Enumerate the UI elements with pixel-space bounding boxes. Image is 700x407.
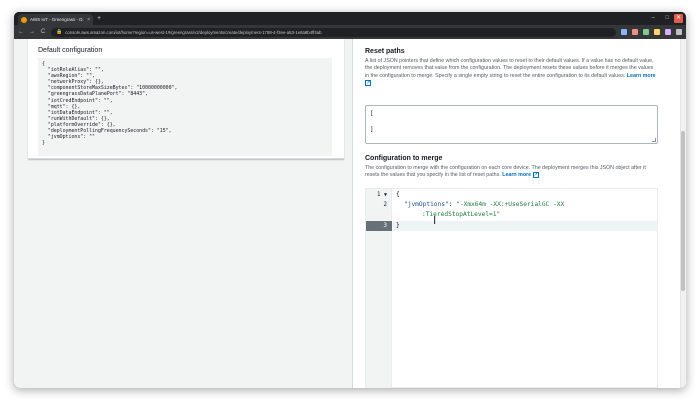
code-line: "jvmOptions": "-Xmx64m -XX:+UseSerialGC … xyxy=(404,200,564,210)
new-tab-button[interactable]: + xyxy=(97,14,101,23)
extension-icon[interactable] xyxy=(621,29,627,35)
configuration-to-merge-description: The configuration to merge with the conf… xyxy=(365,165,658,180)
editor-gutter: 1 ▼ 2 3 xyxy=(366,189,392,388)
page-scrollbar[interactable] xyxy=(680,39,686,388)
extension-icon[interactable] xyxy=(632,29,638,35)
extension-icon[interactable] xyxy=(643,29,649,35)
line-number: 1 ▼ xyxy=(376,192,387,198)
configuration-to-merge-learn-more-link[interactable]: Learn more xyxy=(502,172,531,178)
url-text[interactable]: console.aws.amazon.com/iot/home?region=u… xyxy=(65,30,321,35)
default-configuration-card: Default configuration { "iotRoleAlias": … xyxy=(28,39,344,159)
reset-paths-textarea[interactable]: [ ] xyxy=(365,105,658,144)
browser-menu-icon[interactable] xyxy=(676,29,682,35)
minimize-button[interactable]: – xyxy=(652,14,655,23)
browser-tab[interactable]: AWS IoT - Greengrass - D... × xyxy=(18,14,93,25)
line-number xyxy=(366,210,392,220)
code-line: } xyxy=(396,222,400,229)
fold-arrow-icon[interactable]: ▼ xyxy=(384,192,387,198)
reload-button[interactable]: C xyxy=(40,29,46,35)
forward-button[interactable]: → xyxy=(29,29,35,35)
code-key: "jvmOptions" xyxy=(404,201,449,208)
browser-window: AWS IoT - Greengrass - D... × + – □ ✕ ← … xyxy=(14,12,686,388)
address-bar[interactable]: 🔒 console.aws.amazon.com/iot/home?region… xyxy=(51,27,616,37)
aws-favicon-icon xyxy=(21,16,27,23)
profile-avatar-icon[interactable] xyxy=(665,29,671,35)
tab-title: AWS IoT - Greengrass - D... xyxy=(30,17,85,22)
line-number-active: 3 xyxy=(366,221,392,231)
window-close-button[interactable]: ✕ xyxy=(674,14,683,23)
textarea-line xyxy=(370,118,653,126)
extension-icon[interactable] xyxy=(654,29,660,35)
text-cursor-icon: I xyxy=(433,214,437,227)
configuration-to-merge-title: Configuration to merge xyxy=(365,155,443,162)
reset-paths-description-text: A list of JSON pointers that define whic… xyxy=(365,58,654,79)
tab-strip: AWS IoT - Greengrass - D... × + – □ ✕ xyxy=(14,12,686,25)
default-configuration-title: Default configuration xyxy=(38,47,103,54)
json-line: } xyxy=(42,140,45,147)
external-link-icon: ↗ xyxy=(532,172,539,179)
configuration-code-editor[interactable]: 1 ▼ 2 3 { "jvmOptions": "-Xmx64m -XX:+Us… xyxy=(365,188,658,388)
reset-paths-title: Reset paths xyxy=(365,48,405,55)
line-number: 2 xyxy=(383,202,388,208)
code-string: "-Xmx64m -XX:+UseSerialGC -XX xyxy=(456,201,565,208)
code-line: { xyxy=(396,191,400,198)
textarea-line: ] xyxy=(370,127,374,133)
back-button[interactable]: ← xyxy=(18,29,24,35)
reset-paths-description: A list of JSON pointers that define whic… xyxy=(365,58,658,88)
maximize-button[interactable]: □ xyxy=(665,14,669,23)
lock-icon: 🔒 xyxy=(56,29,63,35)
resize-grip-icon[interactable] xyxy=(652,138,656,142)
external-link-icon: ↗ xyxy=(365,80,371,87)
reset-paths-learn-more-link[interactable]: Learn more xyxy=(627,73,656,79)
configuration-panel: Reset paths A list of JSON pointers that… xyxy=(352,39,680,388)
page-content: Default configuration { "iotRoleAlias": … xyxy=(14,39,686,388)
browser-toolbar: ← → C 🔒 console.aws.amazon.com/iot/home?… xyxy=(14,25,686,39)
scrollbar-thumb[interactable] xyxy=(681,131,685,291)
default-configuration-json: { "iotRoleAlias": "", "awsRegion": "", "… xyxy=(38,58,332,156)
tab-close-icon[interactable]: × xyxy=(87,17,90,23)
textarea-line: [ xyxy=(370,111,374,117)
